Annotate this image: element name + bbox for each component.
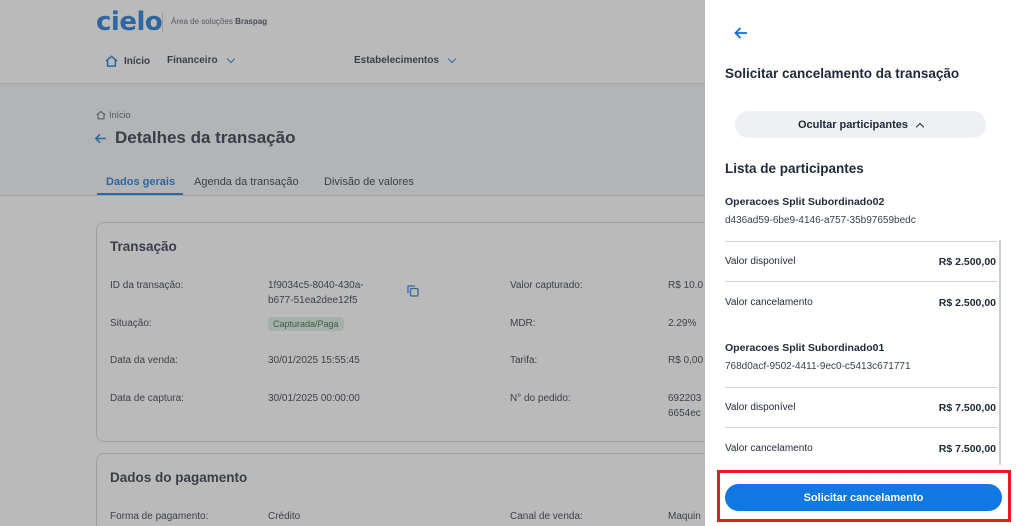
participant-id: d436ad59-6be9-4146-a757-35b97659bedc [725, 215, 916, 226]
hide-participants-label: Ocultar participantes [797, 118, 909, 131]
modal-backdrop[interactable] [0, 0, 705, 526]
participant-id: 768d0acf-9502-4411-9ec0-c5413c671771 [725, 361, 911, 372]
valor-cancelamento-label: Valor cancelamento [725, 443, 813, 454]
valor-disponivel-value: R$ 2.500,00 [938, 256, 996, 268]
divider [725, 241, 997, 242]
valor-cancelamento-value: R$ 2.500,00 [938, 297, 996, 309]
request-cancellation-button[interactable]: Solicitar cancelamento [725, 484, 1002, 511]
arrow-left-icon[interactable] [733, 25, 749, 41]
hide-participants-button[interactable]: Ocultar participantes [735, 111, 986, 138]
valor-cancelamento-label: Valor cancelamento [725, 297, 813, 308]
chevron-up-icon [915, 122, 925, 131]
valor-disponivel-label: Valor disponível [725, 402, 796, 413]
divider [725, 387, 997, 388]
participant-name: Operacoes Split Subordinado01 [725, 342, 885, 354]
panel-title: Solicitar cancelamento da transação [725, 66, 960, 81]
divider [725, 281, 997, 282]
valor-cancelamento-value: R$ 7.500,00 [938, 443, 996, 455]
valor-disponivel-value: R$ 7.500,00 [938, 402, 996, 414]
valor-disponivel-label: Valor disponível [725, 256, 796, 267]
cancel-side-panel: Solicitar cancelamento da transação Ocul… [705, 0, 1035, 526]
divider [725, 427, 997, 428]
participant-name: Operacoes Split Subordinado02 [725, 196, 885, 208]
panel-scrollbar[interactable] [999, 240, 1001, 465]
participants-list-title: Lista de participantes [725, 161, 864, 176]
